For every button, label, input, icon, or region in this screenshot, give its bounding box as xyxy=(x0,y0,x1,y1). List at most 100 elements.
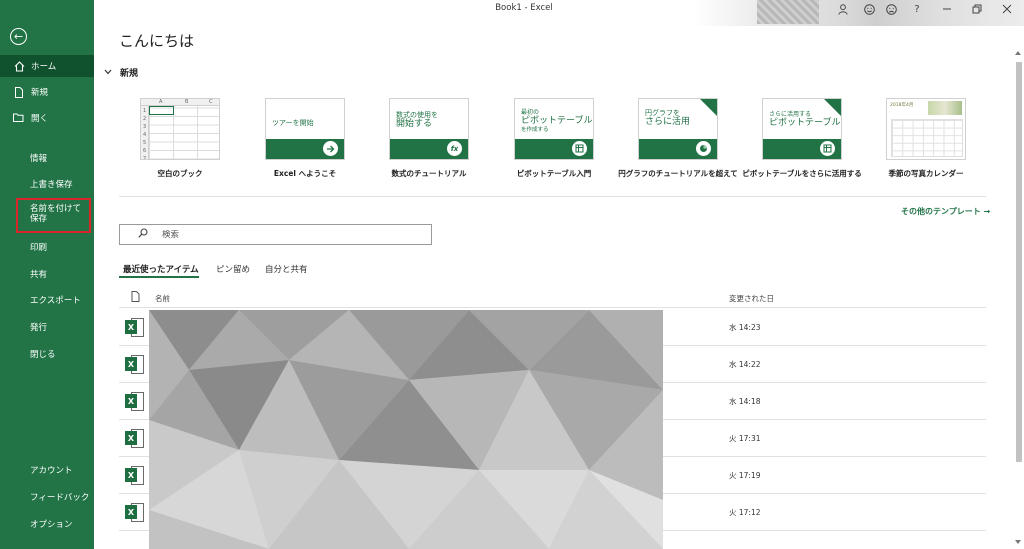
row-header: 2 xyxy=(143,116,147,122)
redacted-file-names xyxy=(149,310,663,549)
template-caption: Excel へようこそ xyxy=(273,169,337,178)
template-formula-tutorial[interactable]: 数式の使用を 開始する fx 数式のチュートリアル xyxy=(389,98,469,178)
template-thumbnail: A B C 1 2 3 4 5 6 7 xyxy=(140,98,220,160)
sidebar-item-label: 開く xyxy=(31,114,49,124)
template-thumbnail: ツアーを開始 xyxy=(265,98,345,160)
thumb-text: 数式の使用を 開始する xyxy=(396,111,438,130)
sidebar-item-export[interactable]: エクスポート xyxy=(30,294,81,306)
sidebar-item-home[interactable]: ホーム xyxy=(0,55,94,77)
smile-icon[interactable] xyxy=(862,2,876,16)
column-header-name[interactable]: 名前 xyxy=(155,293,170,304)
template-caption: 円グラフのチュートリアルを超えて xyxy=(618,169,738,178)
sidebar-item-label: 新規 xyxy=(31,88,49,98)
thumb-line: ピボットテーブル xyxy=(769,118,841,129)
thumb-text: さらに活用する ピボットテーブル xyxy=(769,111,840,129)
file-modified-date: 火 17:19 xyxy=(729,471,761,480)
pivot-table-icon xyxy=(820,141,835,156)
pivot-table-icon xyxy=(572,141,587,156)
row-header: 7 xyxy=(143,156,147,160)
minimize-icon[interactable] xyxy=(940,2,954,16)
section-divider xyxy=(119,196,986,197)
tab-shared-with-me[interactable]: 自分と共有 xyxy=(265,263,308,275)
scrollbar-thumb[interactable] xyxy=(1016,62,1022,462)
excel-x-badge: X xyxy=(125,468,137,482)
save-as-highlight-box xyxy=(16,198,91,233)
sidebar-item-new[interactable]: 新規 xyxy=(0,84,94,100)
close-icon[interactable] xyxy=(1000,2,1014,16)
help-icon[interactable]: ? xyxy=(910,2,924,16)
back-button[interactable]: ← xyxy=(10,28,27,45)
excel-x-badge: X xyxy=(125,431,137,445)
column-header: A xyxy=(159,99,163,105)
template-welcome[interactable]: ツアーを開始 Excel へようこそ xyxy=(265,98,345,178)
thumb-text: 円グラフを さらに活用 xyxy=(645,109,690,128)
row-header: 1 xyxy=(143,108,147,114)
template-photo-calendar[interactable]: 2018年4月 季節の写真カレンダー xyxy=(886,98,966,178)
thumb-text: 2018年4月 xyxy=(890,103,914,108)
sidebar-item-options[interactable]: オプション xyxy=(30,518,73,530)
document-icon xyxy=(12,86,26,98)
user-icon[interactable] xyxy=(836,2,850,16)
template-caption: 空白のブック xyxy=(157,169,203,178)
arrow-left-icon: ← xyxy=(13,30,24,43)
sidebar-item-label: ホーム xyxy=(31,62,57,72)
sidebar-item-save[interactable]: 上書き保存 xyxy=(30,178,73,190)
row-header: 5 xyxy=(143,140,147,146)
sidebar-item-publish[interactable]: 発行 xyxy=(30,321,47,333)
window-title: Book1 - Excel xyxy=(495,3,553,13)
column-header: C xyxy=(209,99,213,105)
search-input[interactable] xyxy=(162,229,412,240)
excel-x-badge: X xyxy=(125,505,137,519)
template-caption: 数式のチュートリアル xyxy=(391,169,467,178)
template-thumbnail: 2018年4月 xyxy=(886,98,966,160)
sidebar-item-print[interactable]: 印刷 xyxy=(30,241,47,253)
frown-icon[interactable] xyxy=(884,2,898,16)
excel-x-badge: X xyxy=(125,357,137,371)
search-box[interactable] xyxy=(119,224,432,245)
excel-file-icon: X xyxy=(125,318,145,338)
fx-icon: fx xyxy=(447,141,462,156)
template-pie-chart-tutorial[interactable]: 円グラフを さらに活用 円グラフのチュートリアルを超えて xyxy=(618,98,738,178)
scroll-up-icon[interactable] xyxy=(1014,50,1022,58)
template-thumbnail: 最初の ピボットテーブル を作成する xyxy=(514,98,594,160)
file-modified-date: 火 17:12 xyxy=(729,508,761,517)
column-header-modified[interactable]: 変更された日 xyxy=(729,293,774,304)
sidebar-item-feedback[interactable]: フィードバック xyxy=(30,491,89,503)
template-thumbnail: 数式の使用を 開始する fx xyxy=(389,98,469,160)
sidebar-item-share[interactable]: 共有 xyxy=(30,268,47,280)
file-modified-date: 水 14:23 xyxy=(729,323,761,332)
template-thumbnail: 円グラフを さらに活用 xyxy=(638,98,718,160)
excel-x-badge: X xyxy=(125,394,137,408)
new-section-header[interactable]: 新規 xyxy=(104,66,138,79)
file-list-header: 名前 変更された日 xyxy=(119,288,986,308)
row-header: 3 xyxy=(143,124,147,130)
pie-chart-icon xyxy=(696,141,711,156)
template-pivot-intro[interactable]: 最初の ピボットテーブル を作成する ピボットテーブル入門 xyxy=(514,98,594,178)
template-blank-workbook[interactable]: A B C 1 2 3 4 5 6 7 空白のブック xyxy=(140,98,220,178)
template-pivot-more[interactable]: さらに活用する ピボットテーブル ピボットテーブルをさらに活用する xyxy=(742,98,862,178)
restore-icon[interactable] xyxy=(970,2,984,16)
template-caption: 季節の写真カレンダー xyxy=(888,169,964,178)
more-templates-link[interactable]: その他のテンプレート → xyxy=(901,206,990,217)
column-header: B xyxy=(185,99,189,105)
excel-file-icon: X xyxy=(125,503,145,523)
sidebar-item-account[interactable]: アカウント xyxy=(30,464,73,476)
thumb-line: 開始する xyxy=(396,119,433,130)
column-headers: A B C xyxy=(141,99,219,106)
excel-backstage: ← ホーム 新規 開く 情報 上書き保存 名前を付けて保存 印刷 共有 エクスポ… xyxy=(0,0,1024,549)
section-title: 新規 xyxy=(120,69,139,79)
title-bar: Book1 - Excel ? xyxy=(94,0,1024,26)
scroll-down-icon[interactable] xyxy=(1014,539,1022,547)
sidebar-item-close[interactable]: 閉じる xyxy=(30,348,56,360)
tab-pinned[interactable]: ピン留め xyxy=(216,263,250,275)
sidebar-item-open[interactable]: 開く xyxy=(0,110,94,126)
row-header: 4 xyxy=(143,132,147,138)
excel-x-badge: X xyxy=(125,320,137,334)
vertical-scrollbar[interactable] xyxy=(1012,50,1024,549)
search-icon xyxy=(138,228,148,241)
active-tab-underline xyxy=(119,276,199,278)
excel-file-icon: X xyxy=(125,392,145,412)
tab-recent[interactable]: 最近使ったアイテム xyxy=(123,263,199,275)
sidebar-item-info[interactable]: 情報 xyxy=(30,152,47,164)
row-header: 6 xyxy=(143,148,147,154)
